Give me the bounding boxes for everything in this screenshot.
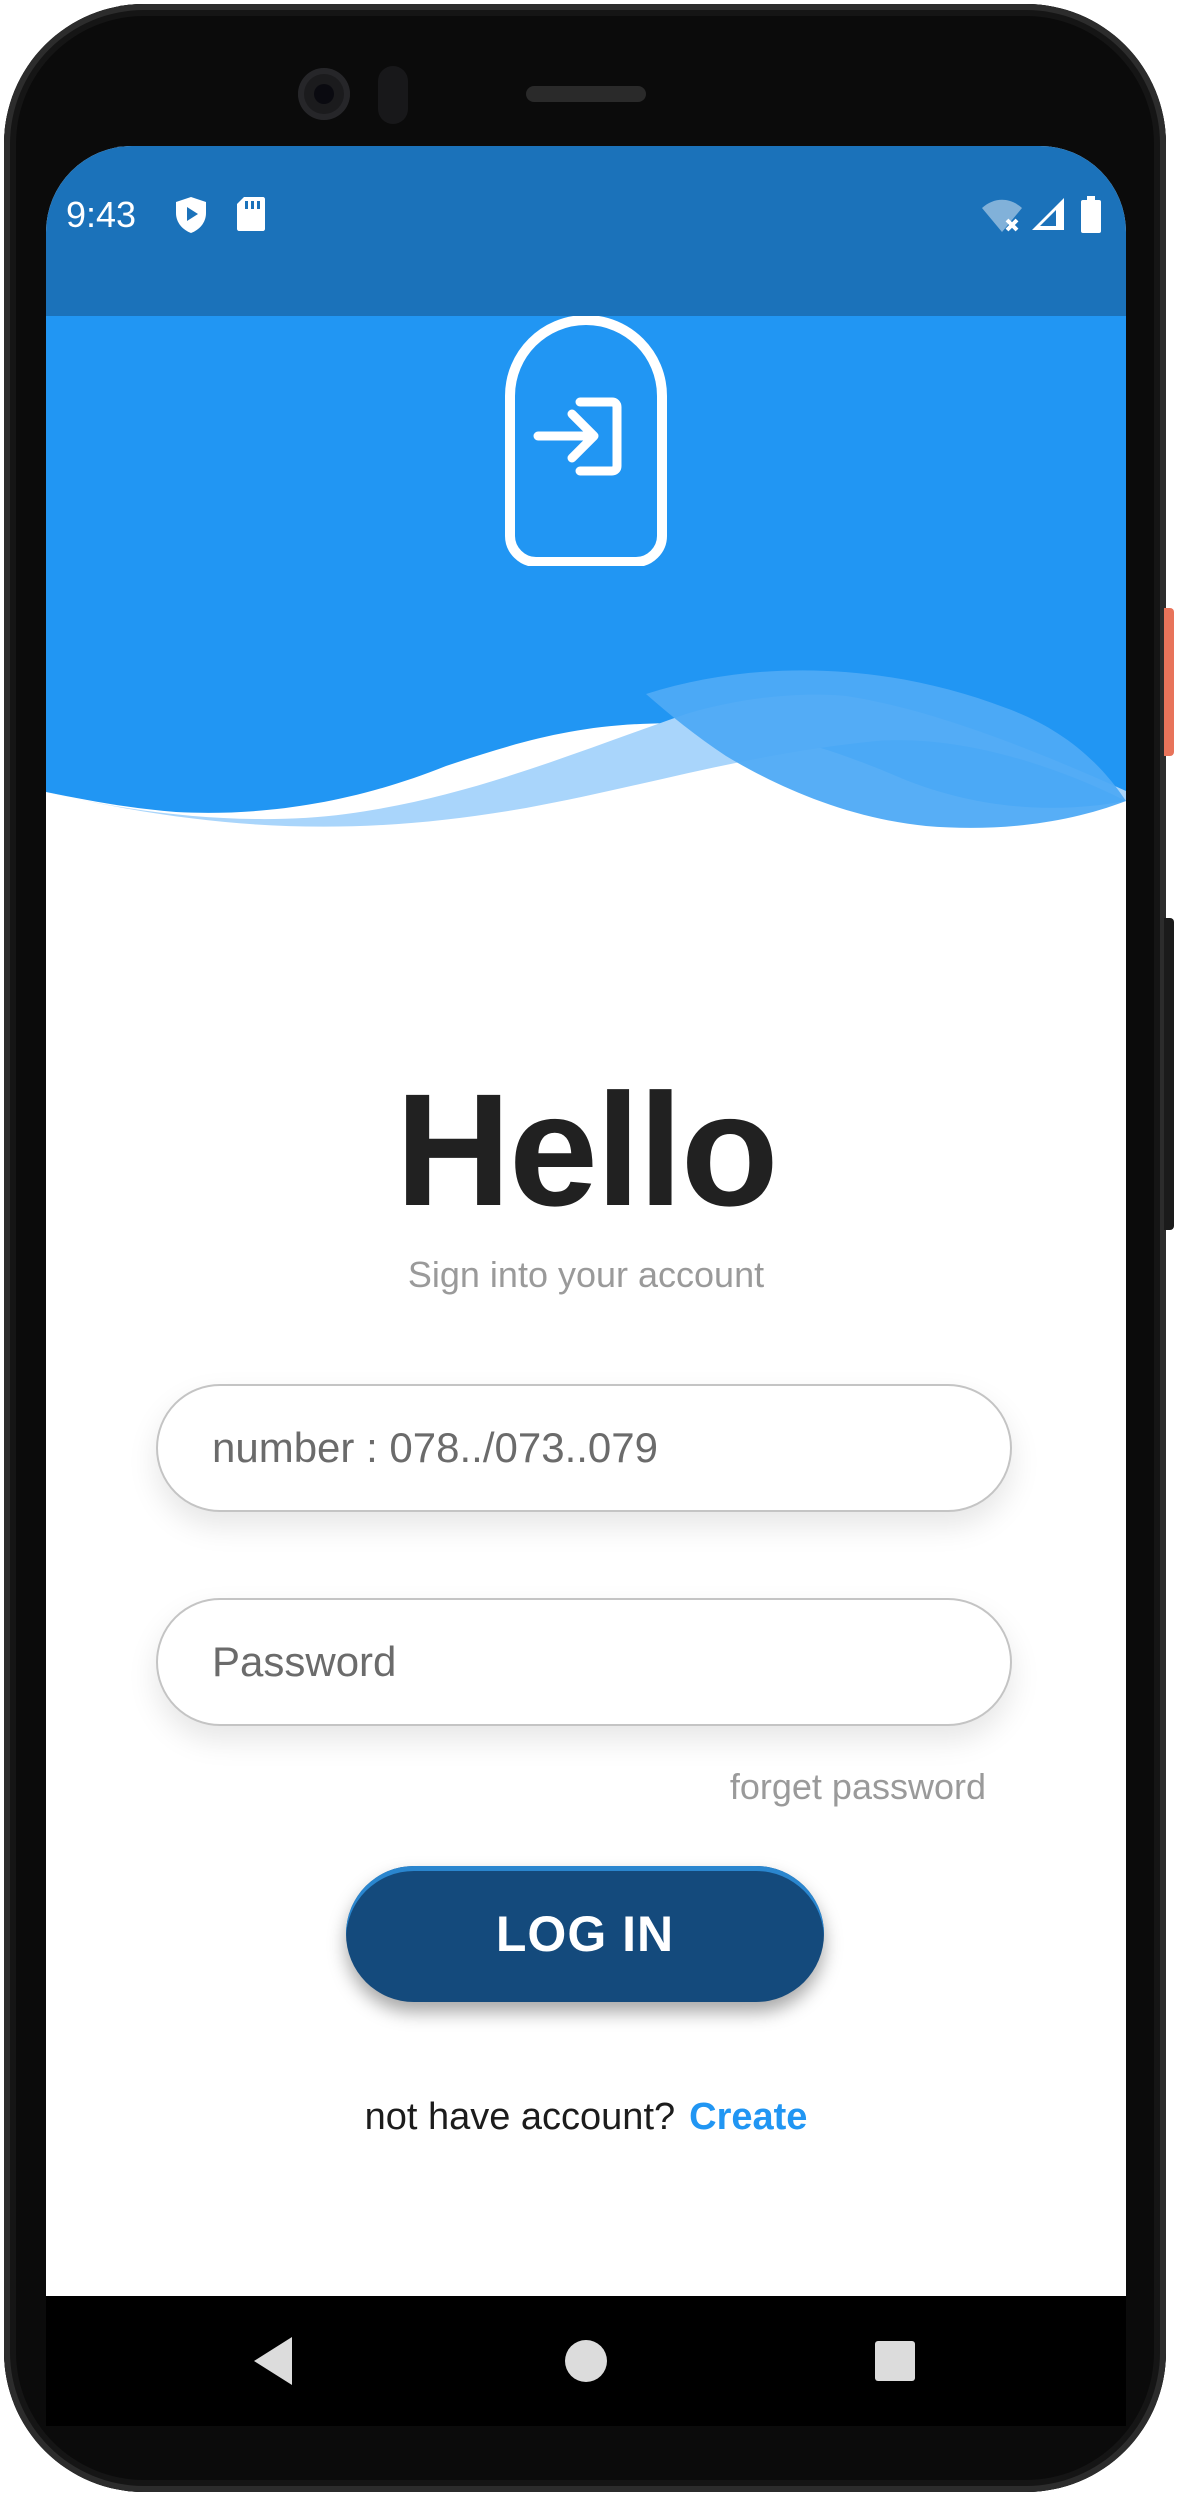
page-subtitle: Sign into your account [407,1254,765,1295]
login-form: Hello Sign into your account forget pass… [46,146,1126,2296]
signup-prompt: not have account? [364,2096,676,2138]
volume-button [1164,918,1174,1230]
signup-row: not have account? Create [46,2096,1126,2139]
create-account-link[interactable]: Create [689,2096,807,2138]
phone-input[interactable] [158,1386,1010,1510]
power-button [1164,608,1174,756]
earpiece-speaker [526,86,646,102]
app-screen: 9:43 Hello Sign into your account number… [46,146,1126,2426]
password-input[interactable] [158,1600,1010,1724]
password-field [156,1598,1012,1726]
home-icon[interactable] [564,2334,608,2393]
navigation-bar [46,2296,1126,2426]
front-camera [298,68,350,120]
proximity-sensor [378,66,408,124]
recents-icon[interactable] [874,2334,916,2393]
back-icon[interactable] [250,2334,300,2393]
phone-field [156,1384,1012,1512]
forget-password-link[interactable]: forget password [646,1766,986,1808]
page-title: Hello [395,1060,778,1239]
login-button[interactable]: LOG IN [346,1866,824,2002]
